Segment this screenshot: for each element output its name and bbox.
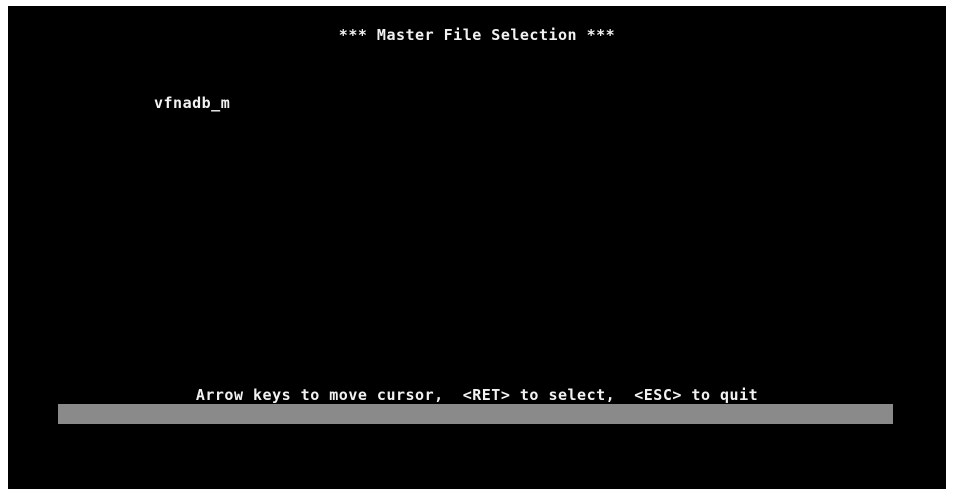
key-instructions: Arrow keys to move cursor, <RET> to sele… <box>195 386 759 404</box>
file-item-vfnadb-m[interactable]: vfnadb_m <box>154 94 230 112</box>
status-bar <box>58 404 893 424</box>
master-file-list: vfnadb_m <box>154 94 230 112</box>
terminal-screen: *** Master File Selection *** vfnadb_m A… <box>8 6 946 489</box>
screen-title: *** Master File Selection *** <box>338 26 616 44</box>
